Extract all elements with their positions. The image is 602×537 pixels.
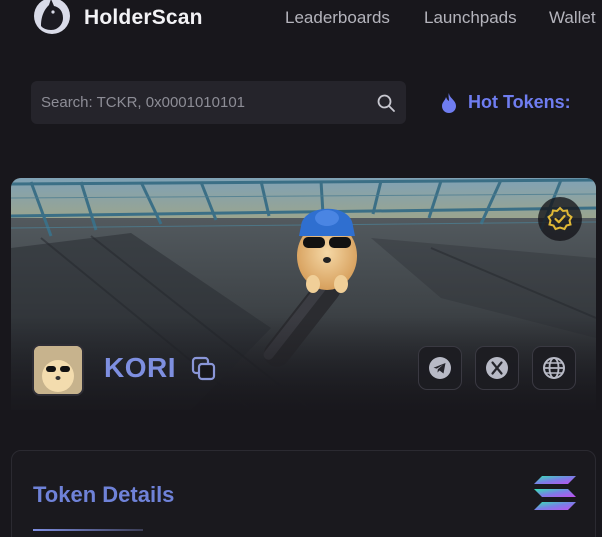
token-name: KORI (104, 352, 176, 383)
top-nav: HolderScan Leaderboards Launchpads Walle… (0, 0, 602, 40)
globe-icon (543, 357, 565, 379)
x-button[interactable] (475, 346, 519, 390)
search-bar (31, 81, 406, 124)
token-details-card: Token Details (11, 450, 596, 537)
brand-name[interactable]: HolderScan (84, 6, 203, 30)
verified-badge (538, 197, 582, 241)
nav-launchpads[interactable]: Launchpads (424, 8, 517, 28)
fire-icon (440, 92, 458, 114)
website-button[interactable] (532, 346, 576, 390)
search-input[interactable] (41, 81, 361, 124)
active-tab-underline (33, 529, 143, 531)
search-icon[interactable] (376, 93, 396, 113)
solana-icon (532, 473, 578, 513)
token-avatar (32, 344, 84, 396)
copy-icon[interactable] (190, 355, 218, 383)
hot-tokens-label: Hot Tokens: (468, 92, 571, 112)
nav-wallet[interactable]: Wallet (549, 8, 596, 28)
x-icon (486, 357, 508, 379)
nav-leaderboards[interactable]: Leaderboards (285, 8, 390, 28)
verified-check-icon (547, 206, 573, 231)
telegram-icon (429, 357, 451, 379)
holderscan-logo-icon[interactable] (32, 0, 74, 36)
telegram-button[interactable] (418, 346, 462, 390)
token-details-title[interactable]: Token Details (33, 482, 174, 508)
